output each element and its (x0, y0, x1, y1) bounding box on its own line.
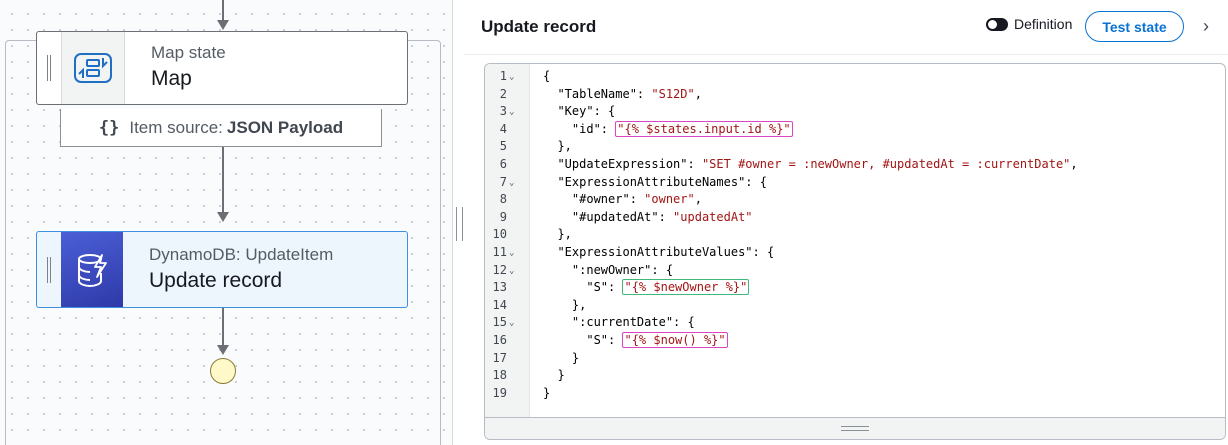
item-source-tab[interactable]: {} Item source: JSON Payload (60, 109, 382, 147)
code-text: "TableName": "S12D", (543, 86, 702, 101)
code-text: "ExpressionAttributeNames": { (543, 174, 767, 189)
panel-header: Update record Definition Test state › (464, 0, 1228, 55)
update-record-state-node[interactable]: DynamoDB: UpdateItem Update record (36, 231, 408, 308)
code-text: { (543, 69, 551, 83)
code-line: 11 ⌄ "ExpressionAttributeValues": { (485, 244, 1225, 262)
code-line: 15 ⌄ ":currentDate": { (485, 314, 1225, 332)
code-line: 17 } (485, 350, 1225, 368)
line-number: 14 (492, 297, 507, 312)
line-number: 5 (499, 139, 507, 154)
connector-arrow (217, 345, 229, 355)
fold-chevron-icon[interactable]: ⌄ (509, 175, 514, 193)
code-editor[interactable]: 1 ⌄{2 "TableName": "S12D", 3 ⌄ "Key": {4 "i… (484, 63, 1226, 440)
line-number: 6 (499, 156, 507, 171)
code-text: "UpdateExpression": "SET #owner = :newOw… (543, 156, 1078, 171)
code-text: "S": "{% $newOwner %}" (543, 279, 750, 296)
line-number: 17 (492, 350, 507, 365)
code-line: 3 ⌄ "Key": { (485, 103, 1225, 121)
code-text: "id": "{% $states.input.id %}" (543, 120, 793, 137)
connector-line (222, 308, 224, 346)
code-line: 5 }, (485, 138, 1225, 156)
fold-chevron-icon[interactable]: ⌄ (509, 69, 514, 87)
code-text: ":currentDate": { (543, 315, 695, 330)
line-number: 1 (499, 69, 507, 83)
fold-chevron-icon[interactable]: ⌄ (509, 104, 514, 122)
code-line: 12 ⌄ ":newOwner": { (485, 262, 1225, 280)
item-source-value: JSON Payload (226, 117, 344, 137)
line-number: 2 (499, 86, 507, 101)
line-number: 10 (492, 227, 507, 242)
line-number: 3 (499, 104, 507, 119)
code-line: 9 "#updatedAt": "updatedAt" (485, 209, 1225, 227)
drag-grip-icon[interactable] (37, 32, 61, 104)
code-lines: 1 ⌄{2 "TableName": "S12D", 3 ⌄ "Key": {4 "i… (485, 68, 1225, 402)
code-line: 7 ⌄ "ExpressionAttributeNames": { (485, 174, 1225, 192)
code-text: "#owner": "owner", (543, 192, 702, 207)
connector-arrow (217, 212, 229, 222)
code-text: } (543, 350, 580, 365)
fold-chevron-icon[interactable]: ⌄ (509, 245, 514, 263)
definition-toggle[interactable] (986, 18, 1008, 31)
panel-title: Update record (481, 17, 597, 36)
braces-icon: {} (98, 117, 120, 138)
code-text: ":newOwner": { (543, 262, 674, 277)
code-line: 16 "S": "{% $now() %}" (485, 331, 1225, 350)
panel-resize-handle[interactable] (456, 207, 463, 241)
line-number: 12 (492, 262, 507, 277)
code-line: 14 }, (485, 297, 1225, 315)
map-end-node[interactable] (210, 358, 236, 384)
item-source-prefix: Item source: (129, 117, 223, 137)
code-text: } (543, 368, 565, 383)
line-number: 9 (499, 209, 507, 224)
fold-chevron-icon[interactable]: ⌄ (509, 263, 514, 281)
code-line: 8 "#owner": "owner", (485, 191, 1225, 209)
code-text: "Key": { (543, 104, 616, 119)
line-number: 15 (492, 315, 507, 330)
connector-line (222, 147, 224, 213)
code-text: }, (543, 227, 572, 242)
connector-arrow (217, 20, 229, 30)
inspector-panel: Update record Definition Test state › 1 ⌄… (464, 0, 1228, 445)
code-line: 6 "UpdateExpression": "SET #owner = :new… (485, 156, 1225, 174)
code-line: 1 ⌄ { (485, 68, 1225, 86)
line-number: 11 (492, 244, 507, 259)
definition-toggle-label[interactable]: Definition (1014, 16, 1072, 32)
line-number: 16 (492, 332, 507, 347)
editor-resize-bar[interactable] (485, 417, 1225, 439)
dynamodb-icon (61, 232, 123, 307)
line-number: 8 (499, 192, 507, 207)
code-line: 18 } (485, 367, 1225, 385)
resize-grip-icon (841, 426, 869, 431)
line-number: 7 (499, 174, 507, 189)
drag-grip-icon[interactable] (37, 232, 61, 307)
test-state-button[interactable]: Test state (1085, 11, 1184, 42)
line-number: 19 (492, 385, 507, 400)
line-number: 4 (499, 121, 507, 136)
code-text: "#updatedAt": "updatedAt" (543, 209, 753, 224)
update-record-state-name: Update record (149, 268, 283, 292)
code-text: } (543, 385, 551, 400)
toggle-knob (988, 20, 997, 29)
fold-chevron-icon[interactable]: ⌄ (509, 315, 514, 333)
map-state-node[interactable]: Map state Map (36, 31, 408, 105)
code-line: 13 "S": "{% $newOwner %}" (485, 279, 1225, 297)
code-text: }, (543, 297, 587, 312)
code-text: }, (543, 139, 572, 154)
chevron-right-icon[interactable]: › (1203, 16, 1209, 37)
code-line: 2 "TableName": "S12D", (485, 86, 1225, 104)
workflow-canvas[interactable]: Map state Map {} Item source: JSON Paylo… (0, 0, 452, 445)
map-state-icon (61, 32, 125, 104)
code-line: 19} (485, 385, 1225, 403)
code-text: "ExpressionAttributeValues": { (543, 244, 775, 259)
code-line: 4 "id": "{% $states.input.id %}" (485, 120, 1225, 139)
code-text: "S": "{% $now() %}" (543, 331, 728, 348)
map-state-name: Map (151, 67, 192, 90)
update-record-state-type: DynamoDB: UpdateItem (149, 244, 334, 264)
map-state-type: Map state (151, 43, 226, 62)
connector-line (222, 0, 224, 20)
panel-divider (452, 0, 453, 445)
code-line: 10 }, (485, 226, 1225, 244)
line-number: 18 (492, 368, 507, 383)
line-number: 13 (492, 280, 507, 295)
